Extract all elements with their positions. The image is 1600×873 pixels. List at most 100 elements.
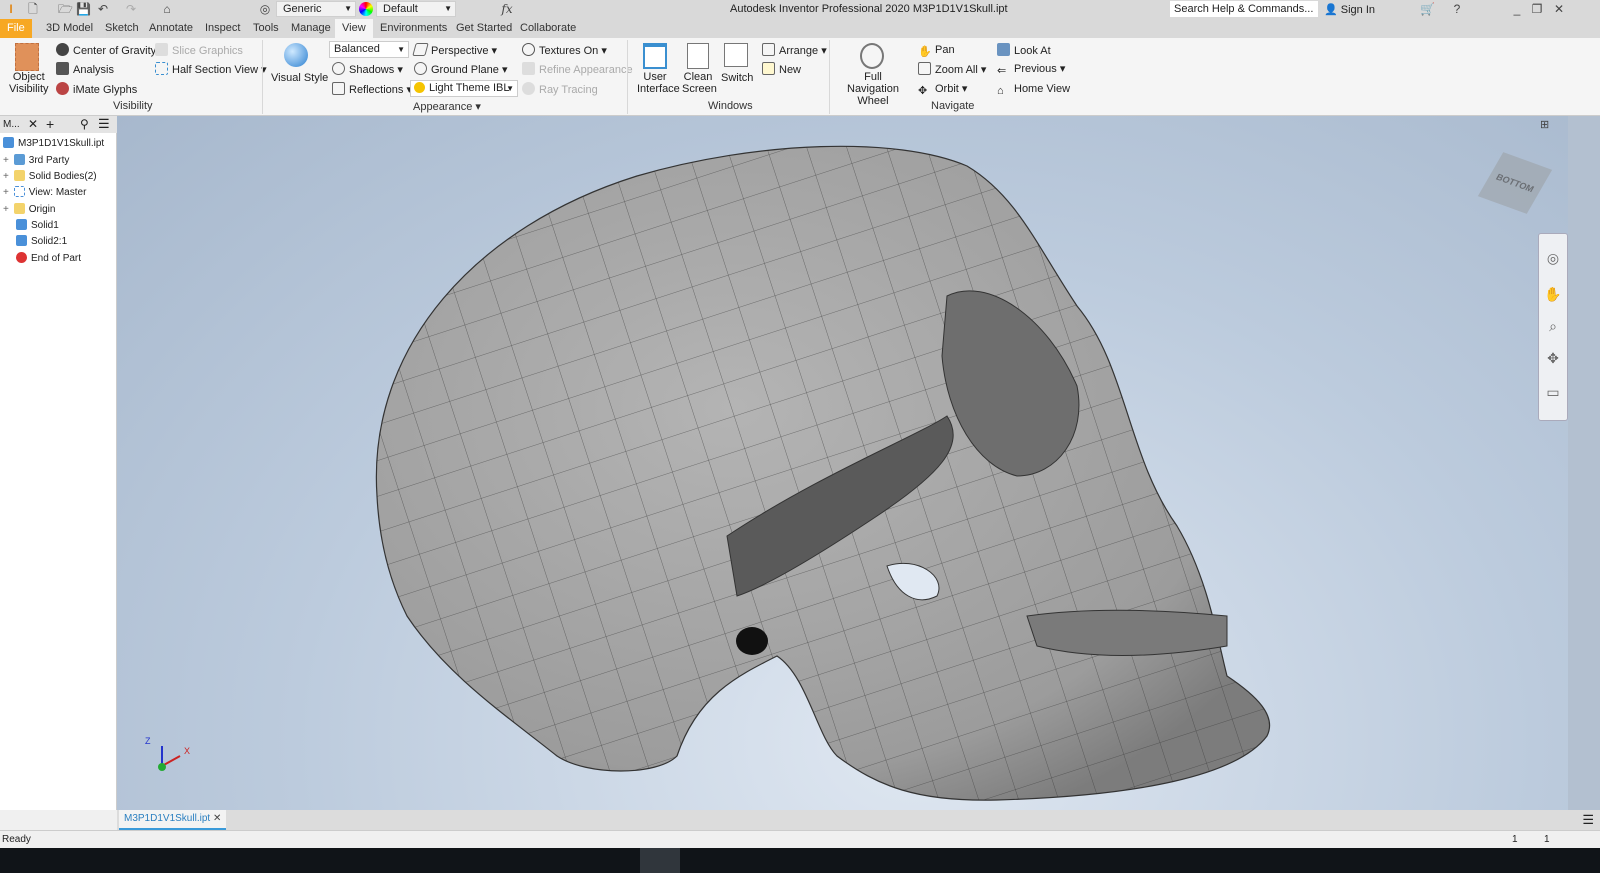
full-navigation-wheel-button[interactable]: Full Navigation Wheel	[838, 71, 908, 107]
close-tab-icon[interactable]: ✕	[213, 813, 221, 824]
sign-in-button[interactable]: 👤 Sign In	[1324, 3, 1375, 16]
refine-appearance-button[interactable]: Refine Appearance	[522, 62, 633, 77]
ibl-select[interactable]: Light Theme IBL ▼	[410, 80, 518, 97]
steering-wheel-icon[interactable]: ◎	[1544, 250, 1562, 268]
zoom-icon[interactable]: ⌕	[1544, 318, 1562, 336]
label: Textures On	[539, 45, 599, 57]
tree-item-solid2[interactable]: Solid2:1	[16, 235, 67, 247]
look-at-button[interactable]: Look At	[997, 43, 1051, 58]
tab-manage[interactable]: Manage	[284, 19, 338, 38]
tab-sketch[interactable]: Sketch	[98, 19, 146, 38]
folder-icon	[13, 203, 25, 214]
imate-glyphs-button[interactable]: iMate Glyphs	[56, 82, 137, 97]
label: Shadows	[349, 64, 395, 76]
shadows-button[interactable]: Shadows ▾	[332, 62, 403, 77]
new-window-button[interactable]: New	[762, 62, 801, 77]
restore-icon[interactable]: ❐	[1530, 2, 1544, 16]
object-visibility-button[interactable]: Object Visibility	[9, 71, 49, 95]
material-icon[interactable]: ◎	[258, 2, 272, 16]
new-icon[interactable]: 🗋	[26, 2, 40, 16]
arrange-button[interactable]: Arrange ▾	[762, 43, 827, 58]
tab-get-started[interactable]: Get Started	[449, 19, 519, 38]
orbit-button[interactable]: ✥ Orbit ▾	[918, 82, 967, 97]
color-wheel-icon[interactable]	[359, 2, 373, 16]
tab-file[interactable]: File	[0, 19, 32, 38]
close-icon[interactable]: ✕	[1552, 2, 1566, 16]
part-icon	[3, 137, 14, 148]
undo-icon[interactable]: ↶	[96, 2, 110, 16]
tree-item-3rd-party[interactable]: + 3rd Party	[0, 154, 69, 166]
label: Half Section View	[172, 64, 259, 76]
tab-3d-model[interactable]: 3D Model	[39, 19, 100, 38]
user-interface-button[interactable]: User Interface	[637, 71, 680, 95]
perspective-button[interactable]: Perspective ▾	[412, 43, 497, 58]
tree-item-origin[interactable]: + Origin	[0, 203, 55, 215]
previous-view-button[interactable]: ⇐ Previous ▾	[997, 62, 1065, 77]
arrange-icon	[762, 43, 775, 56]
menu-icon[interactable]: ☰	[98, 116, 110, 132]
viewport-layout-icon[interactable]: ⊞	[1540, 118, 1549, 131]
label: Pan	[935, 44, 955, 56]
label: M3P1D1V1Skull.ipt	[18, 138, 105, 149]
cart-icon[interactable]: 🛒	[1420, 2, 1435, 16]
ray-tracing-button[interactable]: Ray Tracing	[522, 82, 598, 97]
label: Ray Tracing	[539, 84, 598, 96]
label: Solid1	[31, 220, 59, 231]
help-icon[interactable]: ?	[1450, 2, 1464, 16]
tree-item-solid-bodies[interactable]: + Solid Bodies(2)	[0, 170, 97, 182]
tabs-menu-icon[interactable]: ☰	[1582, 812, 1594, 828]
home-view-icon: ⌂	[997, 85, 1004, 97]
tab-inspect[interactable]: Inspect	[198, 19, 247, 38]
zoom-all-button[interactable]: Zoom All ▾	[918, 62, 986, 77]
label: iMate Glyphs	[73, 84, 138, 96]
search-help-input[interactable]: Search Help & Commands...	[1170, 1, 1318, 17]
panel-label-appearance[interactable]: Appearance ▾	[413, 100, 481, 113]
fx-icon[interactable]: fx	[500, 2, 514, 16]
add-browser-icon[interactable]: +	[46, 116, 54, 132]
visual-style-select[interactable]: Balanced ▼	[329, 41, 409, 58]
home-view-button[interactable]: ⌂ Home View	[997, 82, 1070, 97]
pan-button[interactable]: ✋ Pan	[918, 43, 955, 58]
gravity-icon	[56, 43, 69, 56]
tab-collaborate[interactable]: Collaborate	[513, 19, 583, 38]
redo-icon[interactable]: ↷	[124, 2, 138, 16]
label: Refine Appearance	[539, 64, 633, 76]
tab-tools[interactable]: Tools	[246, 19, 286, 38]
switch-button[interactable]: Switch	[721, 71, 753, 85]
analysis-button[interactable]: Analysis	[56, 62, 114, 77]
ground-plane-button[interactable]: Ground Plane ▾	[414, 62, 507, 77]
taskbar-item[interactable]	[640, 848, 680, 873]
center-of-gravity-button[interactable]: Center of Gravity	[56, 43, 156, 58]
minimize-icon[interactable]: _	[1510, 2, 1524, 16]
graphics-viewport[interactable]: BOTTOM ⊞ Z X	[117, 116, 1568, 810]
document-tab[interactable]: M3P1D1V1Skull.ipt ✕	[119, 810, 227, 830]
half-section-view-button[interactable]: Half Section View ▾	[155, 62, 267, 77]
home-icon[interactable]: ⌂	[160, 2, 174, 16]
reflections-button[interactable]: Reflections ▾	[332, 82, 412, 97]
tree-root[interactable]: M3P1D1V1Skull.ipt	[3, 137, 104, 149]
save-icon[interactable]: 💾	[76, 2, 91, 16]
sign-in-label: Sign In	[1340, 4, 1376, 16]
orbit-icon[interactable]: ✥	[1544, 350, 1562, 368]
inventor-logo-icon[interactable]: I	[4, 2, 18, 16]
tab-annotate[interactable]: Annotate	[142, 19, 200, 38]
tab-environments[interactable]: Environments	[373, 19, 454, 38]
textures-button[interactable]: Textures On ▾	[522, 43, 607, 58]
visual-style-button[interactable]: Visual Style	[271, 71, 328, 85]
tree-item-view-master[interactable]: + View: Master	[0, 186, 86, 198]
search-icon[interactable]: ⚲	[80, 117, 89, 131]
clean-screen-button[interactable]: Clean Screen	[682, 71, 717, 95]
appearance-select[interactable]: Default ▼	[376, 1, 456, 17]
pan-icon[interactable]: ✋	[1544, 286, 1562, 304]
slice-graphics-button[interactable]: Slice Graphics	[155, 43, 243, 58]
open-icon[interactable]: 🗁	[58, 2, 73, 16]
navigation-bar: ◎ ✋ ⌕ ✥ ▭	[1538, 233, 1568, 421]
tree-item-end-of-part[interactable]: End of Part	[16, 252, 81, 264]
tab-view[interactable]: View	[335, 19, 373, 38]
look-at-icon[interactable]: ▭	[1544, 384, 1562, 402]
close-browser-icon[interactable]: ✕	[28, 117, 38, 131]
panel-label-visibility: Visibility	[113, 100, 153, 112]
browser-tab[interactable]: M...	[3, 119, 20, 130]
tree-item-solid1[interactable]: Solid1	[16, 219, 59, 231]
material-select[interactable]: Generic ▼	[276, 1, 356, 17]
